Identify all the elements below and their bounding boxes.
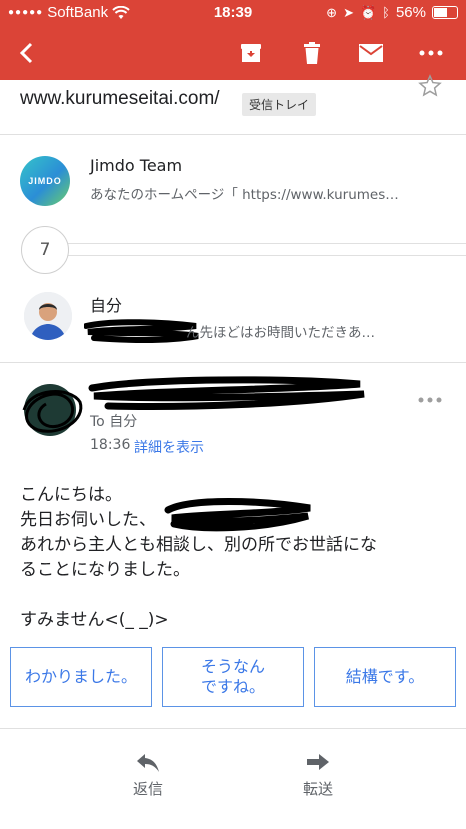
message-snippet: あなたのホームページ「 https://www.kurumes… <box>90 187 399 203</box>
more-horiz-icon <box>419 50 443 56</box>
sender-name: Jimdo Team <box>90 156 183 175</box>
mark-unread-button[interactable] <box>354 36 388 70</box>
recipient-line[interactable]: To 自分 <box>90 411 137 431</box>
profile-photo <box>24 292 72 340</box>
divider <box>0 728 466 729</box>
forward-button[interactable]: 転送 <box>278 752 358 799</box>
smart-reply-button[interactable]: わかりました。 <box>10 647 152 707</box>
redacted-sender <box>88 376 365 410</box>
divider <box>0 362 466 363</box>
forward-icon <box>307 754 329 770</box>
status-right: ⊕ ➤ ⏰ ᛒ 56% <box>326 4 458 21</box>
message-time: 18:36 <box>90 437 131 453</box>
archive-icon <box>241 44 261 62</box>
star-icon[interactable] <box>418 74 442 98</box>
jimdo-logo: JIMDO <box>28 176 62 186</box>
archive-button[interactable] <box>234 36 268 70</box>
status-bar: ●●●●● SoftBank 18:39 ⊕ ➤ ⏰ ᛒ 56% <box>0 0 466 26</box>
smart-reply-button[interactable]: そうなん ですね。 <box>162 647 304 707</box>
redaction-scribble <box>164 498 311 532</box>
redaction-scribble <box>84 319 199 343</box>
arrow-back-icon <box>19 42 33 64</box>
sender-name: 自分 <box>90 296 123 315</box>
trash-icon <box>304 42 320 64</box>
body-line <box>20 583 440 608</box>
battery-icon <box>432 6 458 19</box>
forward-label: 転送 <box>302 780 333 798</box>
app-bar <box>0 26 466 80</box>
show-details-link[interactable]: 詳細を表示 <box>134 437 204 457</box>
reply-button[interactable]: 返信 <box>108 752 188 799</box>
body-line: あれから主人とも相談し、別の所でお世話にな <box>20 535 377 555</box>
bluetooth-icon: ᛒ <box>382 5 390 20</box>
divider <box>0 134 466 135</box>
reply-label: 返信 <box>132 780 163 798</box>
location-icon: ➤ <box>343 4 354 20</box>
sender-avatar: JIMDO <box>20 156 70 206</box>
body-line: ることになりました。 <box>20 560 190 580</box>
inbox-label[interactable]: 受信トレイ <box>242 93 317 116</box>
sender-avatar <box>24 292 72 340</box>
delete-button[interactable] <box>295 36 329 70</box>
thread-subject: www.kurumeseitai.com/ <box>20 88 220 109</box>
rotation-lock-icon: ⊕ <box>326 4 338 20</box>
mail-icon <box>359 44 383 62</box>
divider <box>67 243 466 244</box>
redacted-avatar <box>22 384 83 436</box>
more-vert-icon[interactable] <box>418 397 442 403</box>
body-line: すみません<(_ _)> <box>20 610 169 630</box>
back-button[interactable] <box>10 36 44 70</box>
more-options-button[interactable] <box>414 36 448 70</box>
collapsed-messages-button[interactable]: 7 <box>21 226 69 274</box>
alarm-icon: ⏰ <box>359 4 377 20</box>
battery-percent: 56% <box>395 4 426 21</box>
smart-reply-button[interactable]: 結構です。 <box>314 647 456 707</box>
divider <box>67 255 466 256</box>
reply-icon <box>137 754 159 772</box>
message-snippet: ん先ほどはお時間いただきあ… <box>186 325 375 341</box>
